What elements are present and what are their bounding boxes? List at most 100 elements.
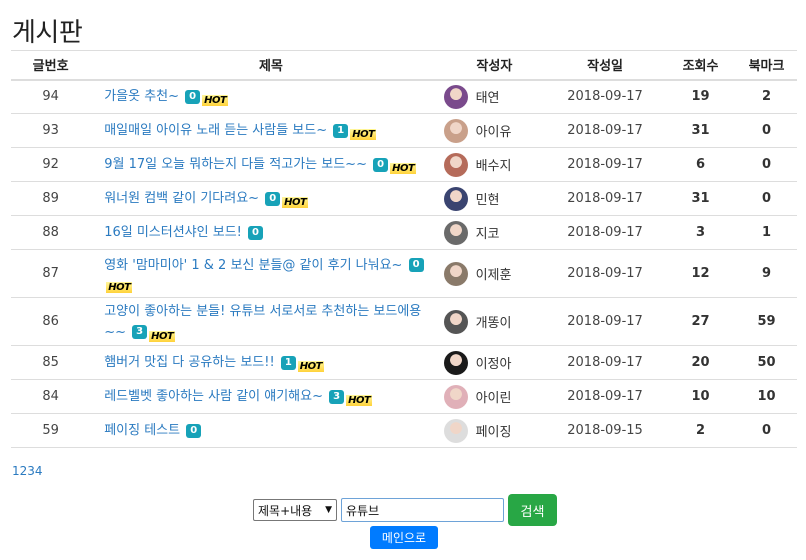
table-row[interactable]: 88 16일 미스터션샤인 보드! 0 지코 2018-09-17 3 1 <box>11 215 797 250</box>
table-row[interactable]: 59 페이징 테스트 0 페이징 2018-09-15 2 0 <box>11 413 797 448</box>
bookmark-count: 0 <box>736 181 797 216</box>
post-title-cell: 워너원 컴백 같이 기다려요~ 0 HOT <box>90 181 444 216</box>
post-title-link[interactable]: 햄버거 맛집 다 공유하는 보드!! <box>104 355 274 370</box>
column-header-views[interactable]: 조회수 <box>664 50 737 81</box>
view-count: 12 <box>664 249 737 298</box>
table-row[interactable]: 87 영화 '맘마미아' 1 & 2 보신 분들@ 같이 후기 나눠요~ 0 HOT… <box>11 249 797 298</box>
search-type-selected: 제목+내용 <box>258 503 313 518</box>
board-body: 94 가을옷 추천~ 0 HOT 태연 2018-09-17 19 2 93 매일매일 아이유 … <box>11 79 797 448</box>
page-link-3[interactable]: 3 <box>27 464 35 478</box>
post-title-link[interactable]: 가을옷 추천~ <box>104 89 179 104</box>
page-link-1[interactable]: 1 <box>12 464 20 478</box>
post-date: 2018-09-17 <box>545 297 665 346</box>
search-input[interactable] <box>341 498 504 522</box>
chevron-down-icon: ▼ <box>325 505 332 515</box>
post-title-link[interactable]: 페이징 테스트 <box>104 423 180 438</box>
post-date: 2018-09-15 <box>545 413 665 448</box>
avatar <box>443 186 468 211</box>
table-row[interactable]: 85 햄버거 맛집 다 공유하는 보드!! 1 HOT 이정아 2018-09-17 20… <box>11 345 797 380</box>
post-title-link[interactable]: 매일매일 아이유 노래 듣는 사람들 보드~ <box>104 123 327 138</box>
bookmark-count: 10 <box>736 379 797 414</box>
page-title: 게시판 <box>12 18 83 48</box>
view-count: 3 <box>664 215 737 250</box>
post-date: 2018-09-17 <box>545 249 665 298</box>
column-header-title[interactable]: 제목 <box>90 50 444 81</box>
comment-count-badge: 0 <box>373 157 389 172</box>
view-count: 27 <box>664 297 737 346</box>
hot-icon: HOT <box>346 395 373 406</box>
page-link-4[interactable]: 4 <box>35 464 43 478</box>
table-row[interactable]: 86 고양이 좋아하는 분들! 유튜브 서로서로 추천하는 보드에용~~ 3 HOT… <box>11 297 797 346</box>
table-row[interactable]: 93 매일매일 아이유 노래 듣는 사람들 보드~ 1 HOT 아이유 2018-09-… <box>11 113 797 148</box>
bookmark-count: 2 <box>736 79 797 114</box>
comment-count-badge: 1 <box>280 355 296 370</box>
view-count: 19 <box>664 79 737 114</box>
bookmark-count: 1 <box>736 215 797 250</box>
view-count: 31 <box>664 113 737 148</box>
hot-icon: HOT <box>106 281 133 293</box>
hot-icon: HOT <box>149 330 176 342</box>
post-title-cell: 매일매일 아이유 노래 듣는 사람들 보드~ 1 HOT <box>90 113 444 148</box>
avatar <box>443 309 468 334</box>
column-header-author[interactable]: 작성자 <box>443 50 546 81</box>
author-name: 개똥이 <box>475 316 512 331</box>
table-row[interactable]: 92 9월 17일 오늘 뭐하는지 다들 적고가는 보드~~ 0 HOT 배수지 201… <box>11 147 797 182</box>
bookmark-count: 0 <box>736 113 797 148</box>
post-number: 84 <box>11 379 91 414</box>
comment-count-badge: 0 <box>265 191 281 206</box>
post-date: 2018-09-17 <box>545 215 665 250</box>
comment-count-badge: 3 <box>329 389 345 404</box>
column-header-date[interactable]: 작성일 <box>545 50 665 81</box>
main-page-button[interactable]: 메인으로 <box>370 526 438 549</box>
author-name: 이제훈 <box>475 268 512 283</box>
comment-count-badge: 0 <box>185 89 201 104</box>
post-number: 94 <box>11 79 91 114</box>
post-number: 86 <box>11 297 91 346</box>
avatar <box>443 384 468 409</box>
pagination: 1234 <box>12 464 43 478</box>
author-name: 배수지 <box>475 159 512 174</box>
comment-count-badge: 0 <box>408 258 424 272</box>
post-date: 2018-09-17 <box>545 147 665 182</box>
table-row[interactable]: 84 레드벨벳 좋아하는 사람 같이 얘기해요~ 3 HOT 아이린 2018-09-1… <box>11 379 797 414</box>
post-title-cell: 9월 17일 오늘 뭐하는지 다들 적고가는 보드~~ 0 HOT <box>90 147 444 182</box>
author-name: 아이유 <box>475 125 512 140</box>
column-header-bookmarks[interactable]: 북마크 <box>736 50 797 81</box>
post-title-link[interactable]: 워너원 컴백 같이 기다려요~ <box>104 191 259 206</box>
avatar <box>443 118 468 143</box>
post-number: 87 <box>11 249 91 298</box>
view-count: 31 <box>664 181 737 216</box>
post-number: 59 <box>11 413 91 448</box>
post-title-cell: 16일 미스터션샤인 보드! 0 <box>90 215 444 250</box>
author-cell: 아이린 <box>443 379 546 414</box>
post-title-link[interactable]: 레드벨벳 좋아하는 사람 같이 얘기해요~ <box>104 389 323 404</box>
avatar <box>443 418 468 443</box>
hot-icon: HOT <box>390 163 417 174</box>
post-title-cell: 고양이 좋아하는 분들! 유튜브 서로서로 추천하는 보드에용~~ 3 HOT <box>90 297 444 346</box>
author-name: 태연 <box>475 91 500 107</box>
table-row[interactable]: 94 가을옷 추천~ 0 HOT 태연 2018-09-17 19 2 <box>11 79 797 114</box>
comment-count-badge: 0 <box>248 225 263 240</box>
post-title-link[interactable]: 영화 '맘마미아' 1 & 2 보신 분들@ 같이 후기 나눠요~ <box>104 258 402 273</box>
bookmark-count: 0 <box>736 413 797 448</box>
hot-icon: HOT <box>202 95 229 107</box>
avatar <box>443 152 468 177</box>
avatar <box>443 261 468 286</box>
author-name: 지코 <box>475 227 500 242</box>
search-button[interactable]: 검색 <box>508 494 557 526</box>
author-cell: 지코 <box>443 215 546 250</box>
post-number: 92 <box>11 147 91 182</box>
table-row[interactable]: 89 워너원 컴백 같이 기다려요~ 0 HOT 민현 2018-09-17 31 0 <box>11 181 797 216</box>
board-table: 글번호 제목 작성자 작성일 조회수 북마크 94 가을옷 추천~ 0 HOT 태연 2… <box>11 50 797 448</box>
author-name: 페이징 <box>475 425 512 440</box>
author-cell: 이정아 <box>443 345 546 380</box>
post-number: 88 <box>11 215 91 250</box>
author-cell: 배수지 <box>443 147 546 182</box>
search-type-select[interactable]: 제목+내용 ▼ <box>253 499 337 521</box>
post-title-link[interactable]: 9월 17일 오늘 뭐하는지 다들 적고가는 보드~~ <box>104 157 367 172</box>
hot-icon: HOT <box>297 361 324 372</box>
post-title-link[interactable]: 16일 미스터션샤인 보드! <box>104 225 242 240</box>
table-header-row: 글번호 제목 작성자 작성일 조회수 북마크 <box>11 50 797 81</box>
column-header-no[interactable]: 글번호 <box>11 50 91 81</box>
view-count: 6 <box>664 147 737 182</box>
